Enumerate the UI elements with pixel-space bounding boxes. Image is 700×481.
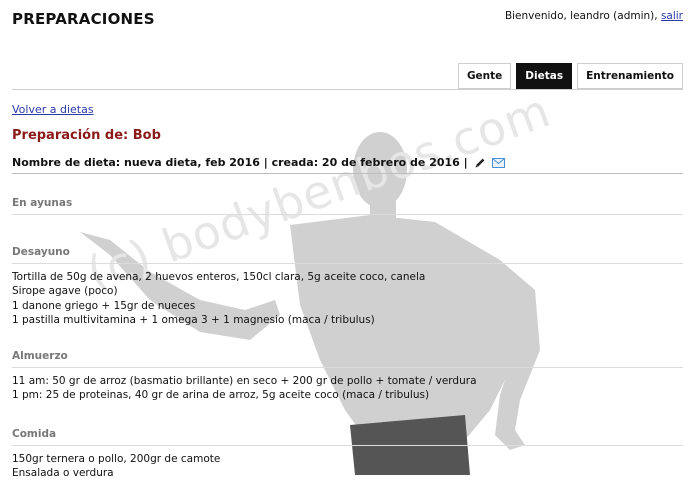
pencil-icon[interactable] bbox=[474, 157, 486, 169]
diet-info: Nombre de dieta: nueva dieta, feb 2016 |… bbox=[12, 156, 505, 169]
tab-dietas[interactable]: Dietas bbox=[516, 63, 573, 89]
meal-line: 1 danone griego + 15gr de nueces bbox=[12, 299, 196, 312]
meal-line: Tortilla de 50g de avena, 2 huevos enter… bbox=[12, 271, 426, 283]
tabs-divider bbox=[12, 89, 683, 90]
diet-info-text: Nombre de dieta: nueva dieta, feb 2016 |… bbox=[12, 156, 468, 169]
preparation-title: Preparación de: Bob bbox=[12, 128, 161, 143]
diet-divider bbox=[12, 173, 683, 174]
meal-section-desayuno: Desayuno Tortilla de 50g de avena, 2 hue… bbox=[12, 246, 683, 327]
meal-line: 150gr ternera o pollo, 200gr de camote bbox=[12, 453, 221, 465]
meal-section-almuerzo: Almuerzo 11 am: 50 gr de arroz (basmatio… bbox=[12, 350, 683, 403]
meal-line: Ensalada o verdura bbox=[12, 467, 114, 480]
meal-title: Comida bbox=[12, 428, 683, 446]
welcome-text: Bienvenido, leandro (admin), bbox=[504, 10, 658, 22]
back-to-diets-link[interactable]: Volver a dietas bbox=[12, 103, 94, 116]
meal-title: En ayunas bbox=[12, 197, 683, 215]
meal-section-comida: Comida 150gr ternera o pollo, 200gr de c… bbox=[12, 428, 683, 481]
main-tabs: Gente Dietas Entrenamiento bbox=[457, 63, 683, 89]
meal-line: 1 pm: 25 de proteinas, 40 gr de arina de… bbox=[12, 389, 430, 402]
meal-title: Desayuno bbox=[12, 246, 683, 264]
envelope-icon[interactable] bbox=[491, 157, 505, 168]
tab-gente[interactable]: Gente bbox=[457, 63, 512, 89]
meal-title: Almuerzo bbox=[12, 350, 683, 368]
meal-line: 11 am: 50 gr de arroz (basmatio brillant… bbox=[12, 375, 477, 387]
page-title: PREPARACIONES bbox=[12, 10, 155, 28]
meal-line: Sirope agave (poco) bbox=[12, 285, 118, 298]
user-welcome: Bienvenido, leandro (admin), salir bbox=[505, 10, 683, 22]
meal-line: 1 pastilla multivitamina + 1 omega 3 + 1… bbox=[12, 313, 375, 326]
tab-entrenamiento[interactable]: Entrenamiento bbox=[577, 63, 683, 89]
logout-link[interactable]: salir bbox=[661, 10, 683, 22]
meal-section-en-ayunas: En ayunas bbox=[12, 197, 683, 215]
